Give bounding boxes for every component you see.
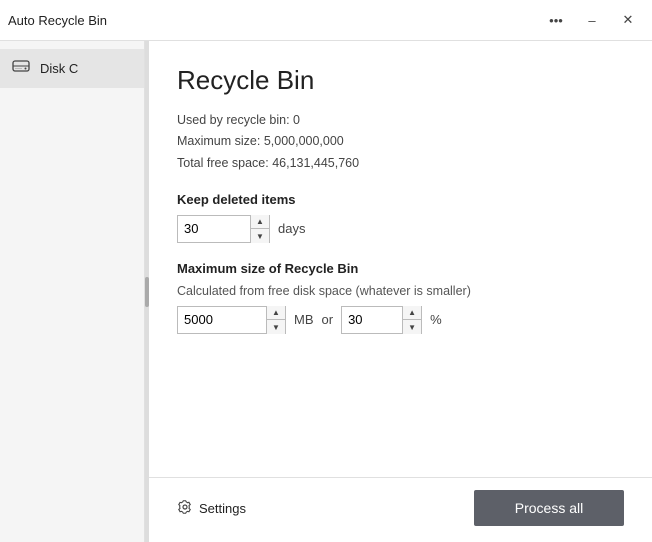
window-controls: ••• – ✕ <box>540 8 644 32</box>
settings-link[interactable]: Settings <box>177 499 246 518</box>
process-all-button[interactable]: Process all <box>474 490 624 526</box>
minimize-button[interactable]: – <box>576 8 608 32</box>
free-space-label: Total free space: 46,131,445,760 <box>177 153 624 174</box>
keep-days-row: ▲ ▼ days <box>177 215 624 243</box>
mb-unit: MB <box>294 312 314 327</box>
keep-days-down[interactable]: ▼ <box>251 229 269 243</box>
pct-unit: % <box>430 312 442 327</box>
more-button[interactable]: ••• <box>540 8 572 32</box>
used-by-label: Used by recycle bin: 0 <box>177 110 624 131</box>
titlebar: Auto Recycle Bin ••• – ✕ <box>0 0 652 40</box>
gear-icon <box>177 499 193 518</box>
content-area: Recycle Bin Used by recycle bin: 0 Maxim… <box>149 41 652 542</box>
sidebar-item-disk-c[interactable]: Disk C <box>0 49 144 88</box>
footer: Settings Process all <box>149 477 652 542</box>
mb-spinner[interactable]: ▲ ▼ <box>177 306 286 334</box>
settings-label: Settings <box>199 501 246 516</box>
max-size-row: ▲ ▼ MB or ▲ ▼ % <box>177 306 624 334</box>
keep-section-title: Keep deleted items <box>177 192 624 207</box>
sidebar-item-label: Disk C <box>40 61 78 76</box>
max-size-section: Maximum size of Recycle Bin Calculated f… <box>177 261 624 334</box>
max-size-section-title: Maximum size of Recycle Bin <box>177 261 624 276</box>
pct-arrows: ▲ ▼ <box>402 306 421 334</box>
keep-days-unit: days <box>278 221 305 236</box>
pct-down[interactable]: ▼ <box>403 320 421 334</box>
or-label: or <box>322 312 334 327</box>
keep-days-up[interactable]: ▲ <box>251 215 269 230</box>
keep-section: Keep deleted items ▲ ▼ days <box>177 192 624 243</box>
hdd-icon <box>12 57 30 80</box>
app-title: Auto Recycle Bin <box>8 13 107 28</box>
pct-input[interactable] <box>342 307 402 333</box>
keep-days-spinner[interactable]: ▲ ▼ <box>177 215 270 243</box>
mb-down[interactable]: ▼ <box>267 320 285 334</box>
close-button[interactable]: ✕ <box>612 8 644 32</box>
pct-spinner[interactable]: ▲ ▼ <box>341 306 422 334</box>
app-body: Disk C Recycle Bin Used by recycle bin: … <box>0 40 652 542</box>
max-size-label: Maximum size: 5,000,000,000 <box>177 131 624 152</box>
keep-days-arrows: ▲ ▼ <box>250 215 269 243</box>
mb-input[interactable] <box>178 307 266 333</box>
mb-up[interactable]: ▲ <box>267 306 285 321</box>
page-title: Recycle Bin <box>177 65 624 96</box>
sidebar: Disk C <box>0 41 145 542</box>
max-size-description: Calculated from free disk space (whateve… <box>177 284 624 298</box>
pct-up[interactable]: ▲ <box>403 306 421 321</box>
mb-arrows: ▲ ▼ <box>266 306 285 334</box>
keep-days-input[interactable] <box>178 216 250 242</box>
